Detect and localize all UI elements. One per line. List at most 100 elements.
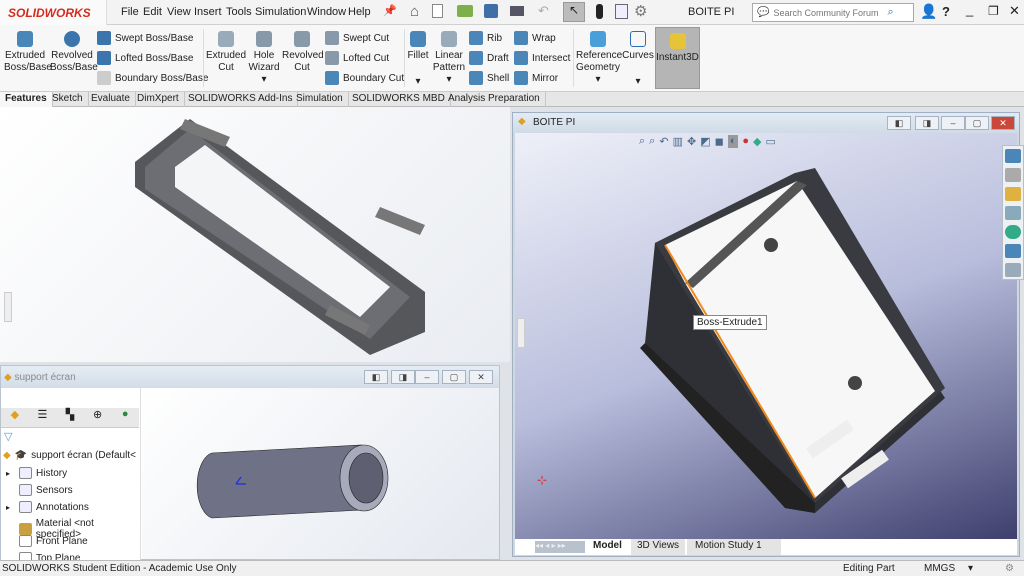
- customize-icon[interactable]: ⚙: [1005, 561, 1014, 576]
- curves-button[interactable]: Curves ▾: [622, 31, 654, 88]
- shell-button[interactable]: Shell: [469, 71, 509, 85]
- resources-home-icon[interactable]: [1005, 149, 1021, 163]
- appearance-tab-icon[interactable]: ●: [111, 408, 139, 427]
- expand-arrow-icon[interactable]: ▸: [6, 469, 10, 478]
- tab-addins[interactable]: SOLIDWORKS Add-Ins: [183, 92, 299, 107]
- rib-button[interactable]: Rib: [469, 31, 502, 45]
- tab-simulation[interactable]: Simulation: [291, 92, 349, 107]
- menu-window[interactable]: Window: [307, 6, 346, 18]
- graphics-area-support[interactable]: [142, 388, 499, 559]
- tab-features[interactable]: Features: [0, 92, 53, 107]
- menu-edit[interactable]: Edit: [143, 6, 162, 18]
- tab-3d-views[interactable]: 3D Views: [631, 539, 686, 555]
- rebuild-icon[interactable]: [596, 4, 603, 19]
- menu-help[interactable]: Help: [348, 6, 371, 18]
- home-icon[interactable]: ⌂: [410, 3, 419, 20]
- tree-item-sensors[interactable]: Sensors: [19, 484, 73, 496]
- reference-geometry-button[interactable]: Reference Geometry ▾: [576, 31, 622, 86]
- window-minimize-button[interactable]: –: [941, 116, 965, 130]
- graphics-area-background-part[interactable]: [0, 107, 510, 362]
- window-minimize-button[interactable]: –: [415, 370, 439, 384]
- configuration-tab-icon[interactable]: ▚: [56, 408, 84, 427]
- extruded-cut-button[interactable]: Extruded Cut: [206, 31, 246, 74]
- lofted-cut-button[interactable]: Lofted Cut: [325, 51, 389, 65]
- window-close-button[interactable]: ✕: [991, 116, 1015, 130]
- tab-analysis-preparation[interactable]: Analysis Preparation: [443, 92, 546, 107]
- pin-icon[interactable]: 📌: [383, 4, 397, 17]
- tile-left-button[interactable]: ◧: [364, 370, 388, 384]
- menu-file[interactable]: File: [121, 6, 139, 18]
- instant3d-button[interactable]: Instant3D: [655, 27, 700, 89]
- forum-icon[interactable]: [1005, 263, 1021, 277]
- minimize-icon[interactable]: _: [966, 2, 973, 17]
- propertymanager-tab-icon[interactable]: ☰: [29, 408, 57, 427]
- tab-scroll-arrows[interactable]: ◂◂ ◂ ▸ ▸▸: [535, 541, 585, 553]
- window-close-button[interactable]: ✕: [469, 370, 493, 384]
- draft-button[interactable]: Draft: [469, 51, 509, 65]
- tree-root-part[interactable]: ◆ 🎓 support écran (Default<: [3, 450, 136, 461]
- linear-pattern-button[interactable]: Linear Pattern ▾: [432, 31, 466, 86]
- appearances-icon[interactable]: [1005, 225, 1021, 239]
- units-dropdown-icon[interactable]: ▾: [968, 561, 973, 576]
- tab-evaluate[interactable]: Evaluate: [86, 92, 136, 107]
- revolved-boss-button[interactable]: Revolved Boss/Base: [50, 31, 98, 74]
- close-icon[interactable]: ✕: [1009, 3, 1020, 19]
- hole-wizard-button[interactable]: Hole Wizard ▾: [247, 31, 281, 86]
- search-icon[interactable]: ⌕: [887, 6, 893, 19]
- user-icon[interactable]: 👤: [920, 3, 937, 20]
- swept-boss-button[interactable]: Swept Boss/Base: [97, 31, 193, 45]
- file-explorer-icon[interactable]: [1005, 187, 1021, 201]
- print-icon[interactable]: [510, 6, 524, 16]
- panel-toggle-handle[interactable]: [517, 318, 525, 348]
- tab-mbd[interactable]: SOLIDWORKS MBD: [347, 92, 451, 107]
- tree-item-annotations[interactable]: Annotations: [19, 501, 89, 513]
- filter-icon[interactable]: ▽: [4, 430, 12, 443]
- boundary-boss-button[interactable]: Boundary Boss/Base: [97, 71, 208, 85]
- save-icon[interactable]: [484, 4, 498, 18]
- menu-view[interactable]: View: [167, 6, 191, 18]
- boundary-cut-button[interactable]: Boundary Cut: [325, 71, 404, 85]
- tile-left-button[interactable]: ◧: [887, 116, 911, 130]
- tree-item-history[interactable]: History: [19, 467, 67, 479]
- featuremanager-tab-icon[interactable]: ◆: [1, 408, 29, 427]
- intersect-button[interactable]: Intersect: [514, 51, 570, 65]
- options-gear-icon[interactable]: ⚙: [634, 2, 647, 20]
- graphics-area-boite-pi[interactable]: ⌕ ⌕ ↶ ▥ ✥ ◩ ◼ ◐ ● ◆ ▭ Boss-Extrude1 ⊹: [515, 133, 1017, 539]
- design-library-icon[interactable]: [1005, 168, 1021, 182]
- mirror-button[interactable]: Mirror: [514, 71, 558, 85]
- tile-right-button[interactable]: ◨: [915, 116, 939, 130]
- menu-insert[interactable]: Insert: [194, 6, 222, 18]
- dimxpert-tab-icon[interactable]: ⊕: [84, 408, 112, 427]
- window-maximize-button[interactable]: ▢: [442, 370, 466, 384]
- file-properties-icon[interactable]: [615, 4, 628, 19]
- revolved-cut-button[interactable]: Revolved Cut: [282, 31, 324, 74]
- extruded-boss-button[interactable]: Extruded Boss/Base: [4, 31, 52, 74]
- select-icon[interactable]: ↖: [563, 2, 585, 22]
- view-palette-icon[interactable]: [1005, 206, 1021, 220]
- panel-toggle-handle[interactable]: [4, 292, 12, 322]
- tab-dimxpert[interactable]: DimXpert: [132, 92, 185, 107]
- tree-item-front-plane[interactable]: Front Plane: [19, 535, 88, 547]
- tile-right-button[interactable]: ◨: [391, 370, 415, 384]
- unit-system-selector[interactable]: MMGS: [924, 561, 955, 576]
- lofted-boss-button[interactable]: Lofted Boss/Base: [97, 51, 193, 65]
- new-document-icon[interactable]: [432, 4, 443, 18]
- tab-sketch[interactable]: Sketch: [47, 92, 89, 107]
- menu-simulation[interactable]: Simulation: [255, 6, 306, 18]
- fillet-button[interactable]: Fillet ▾: [406, 31, 430, 88]
- menu-tools[interactable]: Tools: [226, 6, 252, 18]
- solidworks-logo[interactable]: SOLIDWORKS: [0, 0, 107, 25]
- tab-motion-study[interactable]: Motion Study 1: [687, 539, 781, 555]
- search-input[interactable]: [773, 7, 884, 18]
- expand-arrow-icon[interactable]: ▸: [6, 503, 10, 512]
- help-icon[interactable]: ?: [942, 4, 950, 19]
- search-community-forum[interactable]: 💬 ⌕: [752, 3, 914, 22]
- undo-icon[interactable]: ↶: [538, 3, 549, 19]
- swept-cut-button[interactable]: Swept Cut: [325, 31, 389, 45]
- tab-model[interactable]: Model: [593, 540, 622, 551]
- restore-icon[interactable]: ❐: [988, 4, 999, 18]
- open-icon[interactable]: [457, 5, 473, 17]
- wrap-button[interactable]: Wrap: [514, 31, 556, 45]
- window-maximize-button[interactable]: ▢: [965, 116, 989, 130]
- custom-properties-icon[interactable]: [1005, 244, 1021, 258]
